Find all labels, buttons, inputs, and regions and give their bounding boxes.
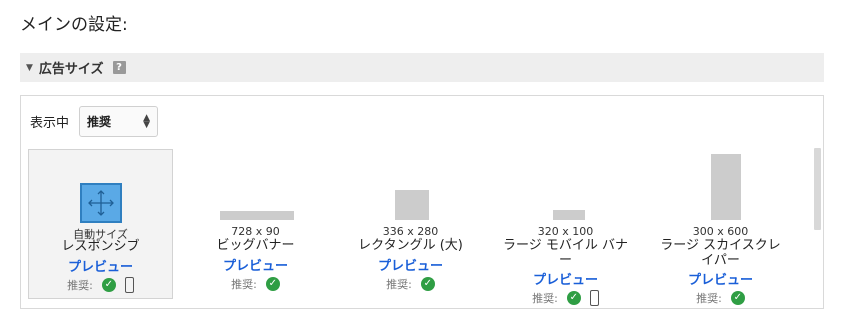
mobile-icon xyxy=(589,290,599,306)
recommended-row: 推奨: ✓ xyxy=(338,276,483,292)
recommended-label: 推奨: xyxy=(67,279,93,292)
ad-size-card-half-page[interactable]: 300 x 600 ラージ スカイスクレ イパー プレビュー 推奨: ✓ xyxy=(648,149,793,305)
check-icon: ✓ xyxy=(265,277,280,291)
display-filter-row: 表示中 推奨 ▲ ▼ xyxy=(30,106,159,137)
card-dimensions: 320 x 100 xyxy=(537,225,594,238)
recommended-label: 推奨: xyxy=(231,278,257,291)
ad-size-card-large-rectangle[interactable]: 336 x 280 レクタングル (大) プレビュー 推奨: ✓ xyxy=(338,149,483,299)
ad-size-card-leaderboard[interactable]: 728 x 90 ビッグバナー プレビュー 推奨: ✓ xyxy=(183,149,328,299)
recommended-row: 推奨: ✓ xyxy=(648,290,793,306)
check-icon: ✓ xyxy=(101,278,116,292)
scrollbar[interactable] xyxy=(814,148,821,230)
ad-size-section-header[interactable]: ▼ 広告サイズ ? xyxy=(20,53,824,82)
card-name-line1: ラージ モバイル バナ xyxy=(502,238,628,253)
size-preview-shape xyxy=(553,210,585,220)
mobile-icon xyxy=(124,277,134,293)
recommended-row: 推奨: ✓ xyxy=(493,290,638,306)
section-title: 広告サイズ xyxy=(38,62,104,77)
preview-link[interactable]: プレビュー xyxy=(493,269,638,288)
preview-link[interactable]: プレビュー xyxy=(29,256,172,275)
recommended-row: 推奨: ✓ xyxy=(183,276,328,292)
card-name-line2: イパー xyxy=(701,253,740,268)
check-icon: ✓ xyxy=(566,291,581,305)
ad-size-card-responsive[interactable]: 自動サイズ レスポンシブ プレビュー 推奨: ✓ xyxy=(28,149,173,299)
size-preview-shape xyxy=(220,211,294,220)
check-icon: ✓ xyxy=(420,277,435,291)
preview-link[interactable]: プレビュー xyxy=(648,269,793,288)
select-arrows-icon: ▲ ▼ xyxy=(143,112,151,130)
ad-size-card-large-mobile-banner[interactable]: 320 x 100 ラージ モバイル バナ ー プレビュー 推奨: ✓ xyxy=(493,149,638,306)
auto-size-icon xyxy=(80,183,122,223)
card-dimensions: 728 x 90 xyxy=(231,225,280,238)
card-dimensions: 336 x 280 xyxy=(382,225,439,238)
card-name: ビッグバナー xyxy=(216,238,295,253)
help-icon[interactable]: ? xyxy=(112,61,126,74)
display-label: 表示中 xyxy=(30,116,70,131)
display-select-value: 推奨 xyxy=(87,115,112,129)
display-select[interactable]: 推奨 ▲ ▼ xyxy=(79,106,159,137)
size-preview-shape xyxy=(395,190,429,220)
recommended-label: 推奨: xyxy=(386,278,412,291)
card-dimensions: 300 x 600 xyxy=(692,225,749,238)
size-preview-shape xyxy=(711,154,741,220)
card-name: レスポンシブ xyxy=(61,239,140,254)
collapse-arrow-icon[interactable]: ▼ xyxy=(26,63,33,73)
ad-size-panel: 表示中 推奨 ▲ ▼ 自動サイズ レスポンシブ プレビュー 推奨: ✓ 728 … xyxy=(20,95,824,309)
page-title: メインの設定: xyxy=(20,15,128,35)
recommended-row: 推奨: ✓ xyxy=(29,277,172,293)
card-name-line2: ー xyxy=(558,253,572,268)
preview-link[interactable]: プレビュー xyxy=(183,255,328,274)
recommended-label: 推奨: xyxy=(532,292,558,305)
card-name-line1: ラージ スカイスクレ xyxy=(660,238,781,253)
preview-link[interactable]: プレビュー xyxy=(338,255,483,274)
check-icon: ✓ xyxy=(730,291,745,305)
card-name: レクタングル (大) xyxy=(358,238,463,253)
recommended-label: 推奨: xyxy=(696,292,722,305)
